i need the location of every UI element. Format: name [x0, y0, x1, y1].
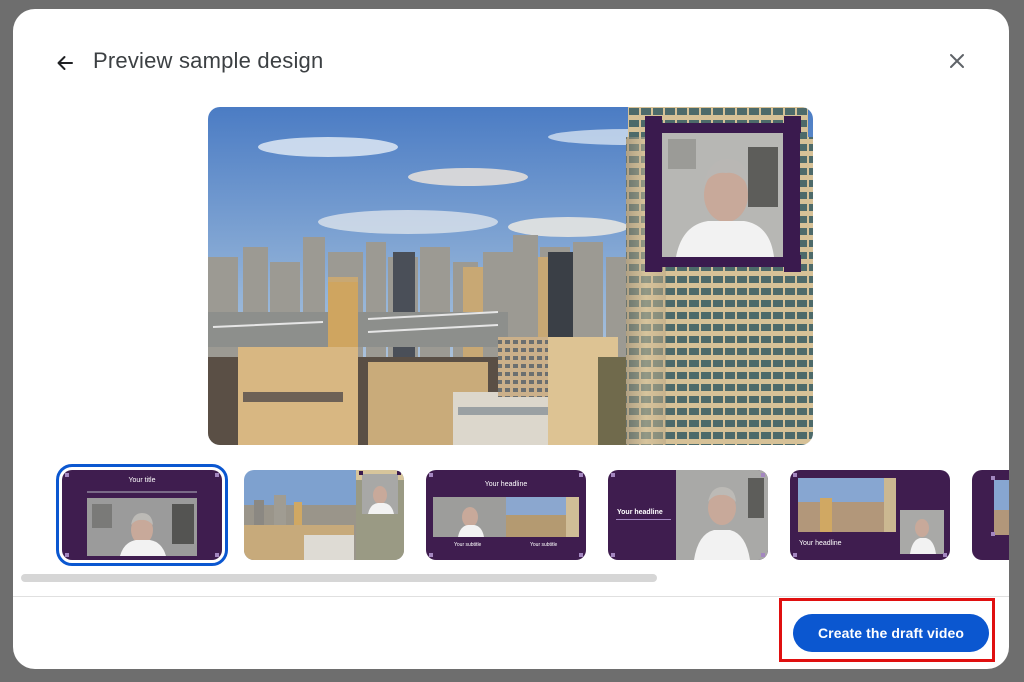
design-preview	[208, 107, 813, 445]
thumbnail-title-text: Your headline	[799, 540, 842, 547]
layout-thumbnail-headline-speaker[interactable]: Your headline	[608, 470, 768, 560]
thumbnail-title-text: Your headline	[617, 509, 663, 516]
scrollbar-thumb[interactable]	[21, 574, 657, 582]
layout-thumbnail-title-speaker[interactable]: Your title	[56, 464, 228, 566]
thumbnail-subtitle-right: Your subtitle	[530, 542, 558, 548]
layout-thumbnail-partial[interactable]	[972, 470, 1009, 560]
footer-divider	[13, 596, 1009, 597]
preview-image	[208, 107, 813, 445]
back-button[interactable]	[49, 47, 81, 79]
layout-thumbnail-headline-split[interactable]: Your headline Your subtitle Your subtitl…	[426, 470, 586, 560]
thumbnail-title-text: Your headline	[484, 481, 528, 488]
thumbnail-title-text: Your title	[128, 477, 156, 484]
dialog-header: Preview sample design	[13, 9, 1009, 104]
preview-dialog: Preview sample design Your title Your he…	[13, 9, 1009, 669]
layout-thumbnail-strip: Your title Your headline Your subtitle Y…	[13, 464, 1009, 579]
close-icon	[950, 54, 964, 68]
close-button[interactable]	[941, 45, 973, 77]
layout-thumbnail-city-speaker-headline[interactable]: Your headline	[790, 470, 950, 560]
thumbnail-subtitle-left: Your subtitle	[454, 542, 482, 548]
layout-thumbnail-city-speaker[interactable]	[244, 470, 404, 560]
dialog-title: Preview sample design	[93, 48, 324, 73]
horizontal-scrollbar[interactable]	[21, 574, 1001, 582]
create-draft-video-button[interactable]: Create the draft video	[793, 614, 989, 652]
arrow-left-icon	[57, 56, 73, 70]
